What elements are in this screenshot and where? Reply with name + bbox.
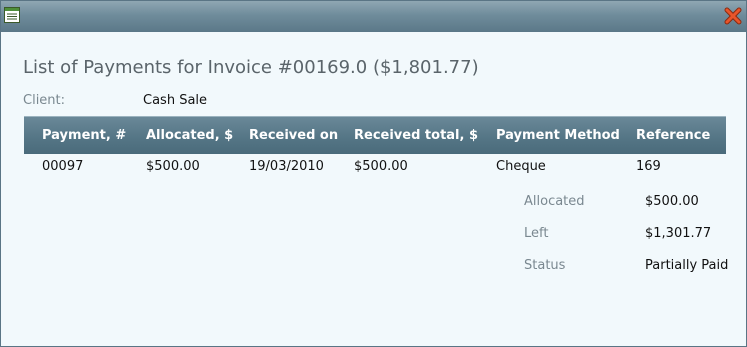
- title-bar[interactable]: [1, 1, 746, 32]
- summary-allocated-value: $500.00: [645, 194, 699, 209]
- summary-status-label: Status: [524, 258, 566, 273]
- document-list-icon: [4, 7, 20, 23]
- summary-left-value: $1,301.77: [645, 226, 712, 241]
- close-x-icon[interactable]: [724, 7, 742, 25]
- payment-method-cell: Cheque: [496, 159, 546, 174]
- column-header-allocated[interactable]: Allocated, $: [146, 128, 233, 143]
- column-header-received-total[interactable]: Received total, $: [354, 128, 478, 143]
- summary-left-label: Left: [524, 226, 549, 241]
- client-label: Client:: [23, 93, 66, 108]
- column-header-reference[interactable]: Reference: [636, 128, 710, 143]
- received-on-cell: 19/03/2010: [249, 159, 324, 174]
- summary-allocated-label: Allocated: [524, 194, 585, 209]
- summary-status-value: Partially Paid: [645, 258, 729, 273]
- payments-dialog: List of Payments for Invoice #00169.0 ($…: [0, 0, 747, 347]
- column-header-received-on[interactable]: Received on: [249, 128, 338, 143]
- client-value: Cash Sale: [143, 93, 208, 108]
- reference-cell: 169: [636, 159, 661, 174]
- allocated-cell: $500.00: [146, 159, 200, 174]
- payment-number-cell: 00097: [42, 159, 84, 174]
- table-row[interactable]: 00097 $500.00 19/03/2010 $500.00 Cheque …: [24, 156, 726, 178]
- column-header-payment-method[interactable]: Payment Method: [496, 128, 620, 143]
- dialog-content: List of Payments for Invoice #00169.0 ($…: [1, 32, 746, 346]
- payments-table-header: Payment, # Allocated, $ Received on Rece…: [24, 116, 726, 154]
- received-total-cell: $500.00: [354, 159, 408, 174]
- page-title: List of Payments for Invoice #00169.0 ($…: [23, 57, 479, 78]
- column-header-payment[interactable]: Payment, #: [42, 128, 126, 143]
